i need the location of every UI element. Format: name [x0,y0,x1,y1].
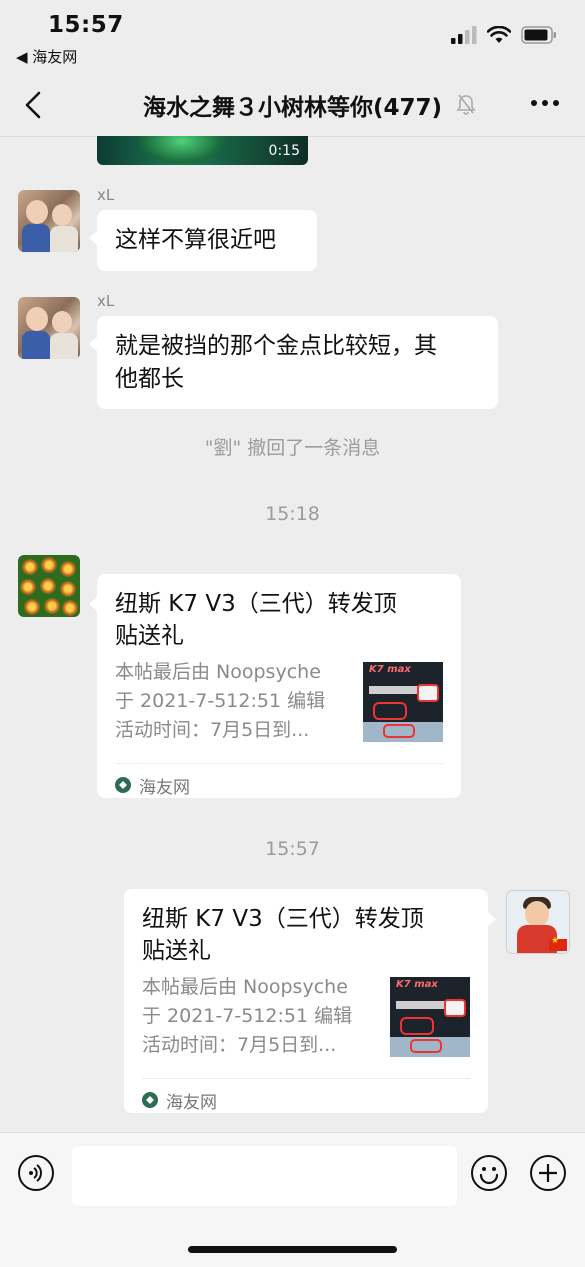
recall-notice: "劉" 撤回了一条消息 [204,437,381,459]
card-title-line: 贴送礼 [142,938,211,964]
video-message[interactable]: 0:15 [97,136,308,165]
sender-name: xL [97,186,115,204]
message-text: 这样不算很近吧 [115,227,276,253]
chat-header: 海水之舞３小树林等你(477) [0,80,585,137]
card-desc-line: 本帖最后由 Noopsyche [115,661,321,683]
card-source: 海友网 [142,1078,470,1121]
home-indicator[interactable] [188,1246,397,1253]
card-thumbnail: K7 max [390,977,470,1057]
wifi-icon [487,26,511,43]
emoji-icon[interactable] [471,1155,507,1191]
message-text-line: 就是被挡的那个金点比较短，其 [115,333,437,359]
avatar[interactable] [18,555,80,617]
more-options-icon[interactable] [531,100,559,106]
link-card[interactable]: 纽斯 K7 V3（三代）转发顶 贴送礼 本帖最后由 Noopsyche 于 20… [124,889,496,1113]
card-desc-line: 于 2021-7-512:51 编辑 [115,690,326,712]
timestamp: 15:18 [265,503,320,525]
card-title-line: 纽斯 K7 V3（三代）转发顶 [142,906,424,932]
card-title: 纽斯 K7 V3（三代）转发顶 贴送礼 [142,903,470,967]
link-card[interactable]: 纽斯 K7 V3（三代）转发顶 贴送礼 本帖最后由 Noopsyche 于 20… [89,574,461,798]
my-avatar[interactable] [506,890,570,954]
thumb-logo-text: K7 max [369,664,411,675]
card-desc-line: 本帖最后由 Noopsyche [142,976,348,998]
card-source-name: 海友网 [166,1092,217,1113]
source-logo-icon [142,1092,158,1108]
chat-title-text: 海水之舞３小树林等你(477) [142,95,443,121]
card-title-line: 贴送礼 [115,623,184,649]
sender-name: xL [97,292,115,310]
voice-icon[interactable] [18,1155,54,1191]
avatar[interactable] [18,190,80,252]
status-bar: 15:57 ◀ 海友网 [0,0,585,80]
plus-icon[interactable] [530,1155,566,1191]
card-title: 纽斯 K7 V3（三代）转发顶 贴送礼 [115,588,443,652]
source-logo-icon [115,777,131,793]
signal-icon [451,26,477,44]
card-desc-line: 活动时间：7月5日到... [142,1034,337,1056]
battery-icon [521,26,556,44]
card-thumbnail: K7 max [363,662,443,742]
card-title-line: 纽斯 K7 V3（三代）转发顶 [115,591,397,617]
card-description: 本帖最后由 Noopsyche 于 2021-7-512:51 编辑 活动时间：… [142,973,380,1060]
card-source-name: 海友网 [139,777,190,798]
back-to-app-link[interactable]: ◀ 海友网 [16,46,77,67]
card-description: 本帖最后由 Noopsyche 于 2021-7-512:51 编辑 活动时间：… [115,658,353,745]
status-time: 15:57 [48,12,124,38]
message-bubble[interactable]: 这样不算很近吧 [89,210,317,271]
card-source: 海友网 [115,763,443,806]
card-desc-line: 活动时间：7月5日到... [115,719,310,741]
video-duration: 0:15 [268,143,300,159]
chat-title: 海水之舞３小树林等你(477) [0,88,585,122]
message-text-line: 他都长 [115,366,184,392]
message-input[interactable] [72,1146,457,1206]
thumb-logo-text: K7 max [396,979,438,990]
card-desc-line: 于 2021-7-512:51 编辑 [142,1005,353,1027]
message-bubble[interactable]: 就是被挡的那个金点比较短，其 他都长 [89,316,498,409]
timestamp: 15:57 [265,838,320,860]
status-icons [451,26,557,44]
avatar[interactable] [18,297,80,359]
mute-bell-icon [456,94,476,115]
